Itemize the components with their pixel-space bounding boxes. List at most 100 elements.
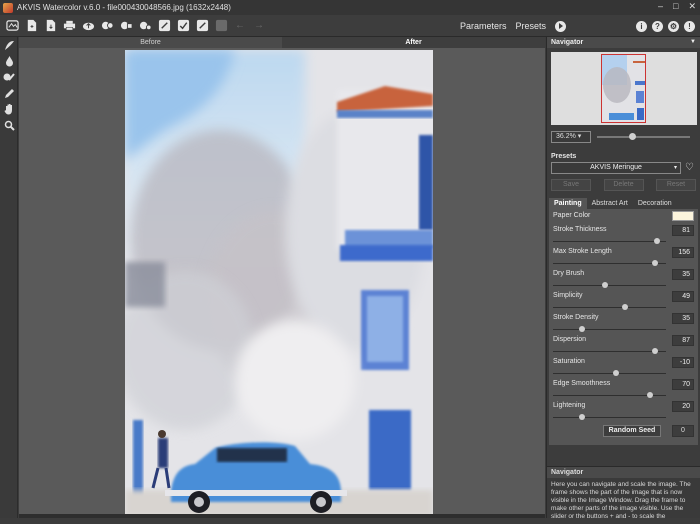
delete-preset-button[interactable]: Delete [603, 179, 644, 191]
param-row: Dispersion 87 [553, 335, 694, 357]
presets-tab[interactable]: Presets [515, 21, 546, 31]
paper-color-swatch[interactable] [672, 211, 694, 221]
param-value[interactable]: 87 [672, 335, 694, 346]
stamp-icon[interactable] [195, 19, 209, 33]
param-label: Stroke Thickness [553, 226, 607, 233]
random-seed-button[interactable]: Random Seed [603, 425, 661, 437]
redo-icon[interactable]: → [252, 19, 266, 33]
home-icon[interactable] [5, 19, 19, 33]
param-slider-knob[interactable] [653, 238, 660, 244]
param-label: Edge Smoothness [553, 380, 611, 387]
tools-panel [0, 37, 18, 518]
batch-icon[interactable] [100, 19, 114, 33]
param-value[interactable]: 20 [672, 401, 694, 412]
param-slider[interactable] [553, 260, 666, 266]
param-slider-knob[interactable] [651, 260, 658, 266]
param-slider-knob[interactable] [579, 414, 586, 420]
param-slider[interactable] [553, 414, 666, 420]
zoom-slider-knob[interactable] [628, 133, 636, 140]
upload-icon[interactable] [81, 19, 95, 33]
random-seed-value[interactable]: 0 [672, 425, 694, 437]
presets-title: Presets [551, 153, 577, 160]
reset-preset-button[interactable]: Reset [656, 179, 696, 191]
zoom-select[interactable]: 36.2% ▾ [551, 131, 591, 143]
watercolor-painting [125, 50, 433, 517]
param-slider[interactable] [553, 392, 666, 398]
param-label: Lightening [553, 402, 586, 409]
param-value[interactable]: 35 [672, 313, 694, 324]
checkbox-icon[interactable] [214, 19, 228, 33]
brush-tool-icon[interactable] [0, 69, 18, 85]
param-slider-knob[interactable] [647, 392, 654, 398]
navigator-preview[interactable] [551, 52, 697, 125]
save-preset-button[interactable]: Save [551, 179, 591, 191]
param-slider[interactable] [553, 370, 666, 376]
open-icon[interactable] [24, 19, 38, 33]
window-title: AKVIS Watercolor v.6.0 - file0004300485​… [17, 3, 231, 12]
run-icon[interactable] [555, 20, 566, 32]
param-value[interactable]: 70 [672, 379, 694, 390]
undo-icon[interactable]: ← [233, 19, 247, 33]
gear-icon[interactable]: ⚙ [668, 20, 679, 32]
param-slider-knob[interactable] [622, 304, 629, 310]
tab-decoration[interactable]: Decoration [633, 198, 677, 209]
pencil-tool-icon[interactable] [0, 85, 18, 101]
horizontal-scrollbar[interactable] [19, 514, 545, 518]
param-slider[interactable] [553, 282, 666, 288]
print-icon[interactable] [62, 19, 76, 33]
param-label: Dry Brush [553, 270, 585, 277]
tab-before[interactable]: Before [19, 37, 282, 48]
hand-tool-icon[interactable] [0, 101, 18, 117]
app-logo-icon [3, 2, 13, 13]
overlay-icon[interactable] [119, 19, 133, 33]
navigator-frame[interactable] [601, 54, 646, 123]
close-icon[interactable]: ✕ [688, 1, 696, 12]
param-slider-knob[interactable] [579, 326, 586, 332]
tab-abstract-art[interactable]: Abstract Art [587, 198, 633, 209]
param-row: Saturation -10 [553, 357, 694, 379]
param-value[interactable]: -10 [672, 357, 694, 368]
favorite-heart-icon[interactable]: ♡ [685, 163, 694, 173]
brush-icon[interactable] [157, 19, 171, 33]
param-slider[interactable] [553, 326, 666, 332]
chevron-down-icon[interactable]: ▼ [690, 37, 696, 48]
maximize-icon[interactable]: □ [673, 1, 678, 12]
settings-icon[interactable] [138, 19, 152, 33]
param-slider-knob[interactable] [651, 348, 658, 354]
main-toolbar: ← → Parameters Presets i ? ⚙ ! [0, 15, 700, 37]
random-seed-row: Random Seed 0 [553, 425, 694, 439]
param-value[interactable]: 49 [672, 291, 694, 302]
tab-after[interactable]: After [282, 37, 545, 48]
zoom-slider[interactable] [597, 133, 690, 140]
info-icon[interactable]: i [636, 20, 647, 32]
title-bar: AKVIS Watercolor v.6.0 - file0004300485​… [0, 0, 700, 15]
param-slider[interactable] [553, 238, 666, 244]
preset-buttons: Save Delete Reset [547, 176, 700, 194]
param-row: Stroke Density 35 [553, 313, 694, 335]
settings-tabs: Painting Abstract Art Decoration [549, 198, 700, 209]
zoom-tool-icon[interactable] [0, 117, 18, 133]
stroke-tool-icon[interactable] [0, 37, 18, 53]
minimize-icon[interactable]: – [658, 1, 663, 12]
tab-painting[interactable]: Painting [549, 198, 587, 209]
watercolor-image[interactable] [125, 50, 433, 517]
eraser-icon[interactable] [176, 19, 190, 33]
preset-select[interactable]: AKVIS Meringue ▾ [551, 162, 681, 174]
param-value[interactable]: 35 [672, 269, 694, 280]
painting-parameters: Paper Color Stroke Thickness 81 Max Stroke… [549, 209, 698, 445]
parameters-tab[interactable]: Parameters [460, 21, 507, 31]
drop-tool-icon[interactable] [0, 53, 18, 69]
save-icon[interactable] [43, 19, 57, 33]
param-slider[interactable] [553, 304, 666, 310]
param-slider[interactable] [553, 348, 666, 354]
navigator-thumbnail [602, 55, 645, 122]
param-value[interactable]: 156 [672, 247, 694, 258]
paper-color-label: Paper Color [553, 212, 591, 219]
image-window: Before After [19, 37, 545, 518]
param-value[interactable]: 81 [672, 225, 694, 236]
param-slider-knob[interactable] [601, 282, 608, 288]
param-slider-knob[interactable] [613, 370, 620, 376]
navigator-header: Navigator ▼ [547, 37, 700, 48]
help-icon[interactable]: ? [652, 20, 663, 32]
notification-icon[interactable]: ! [684, 20, 695, 32]
